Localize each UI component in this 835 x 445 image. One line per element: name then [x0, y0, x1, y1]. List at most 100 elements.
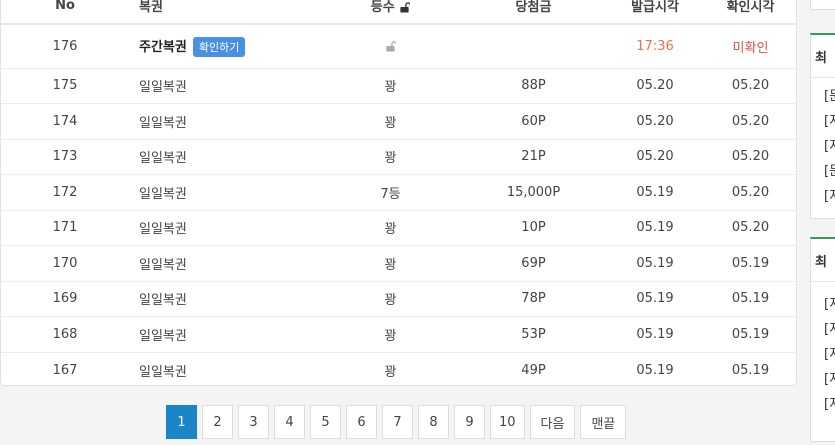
page-8-button[interactable]: 8 — [418, 405, 449, 439]
row-rank: 꽝 — [319, 280, 462, 317]
lottery-table: No 복권 등수 당첨금 발급시각 확인시각 176 주간복권 확인하기 17:… — [1, 0, 796, 388]
row-prize — [462, 24, 605, 68]
sidebar-link[interactable]: [지 — [811, 392, 835, 417]
row-prize: 15,000P — [462, 174, 605, 210]
header-name: 복권 — [129, 0, 319, 25]
sidebar-panel-b-title: 최 — [811, 239, 835, 282]
row-prize: 10P — [462, 209, 605, 246]
row-rank: 꽝 — [319, 316, 462, 352]
row-no: 174 — [1, 103, 129, 139]
sidebar-link[interactable]: [지 — [811, 342, 835, 367]
row-prize: 88P — [462, 67, 605, 104]
row-name: 일일복권 — [129, 280, 319, 317]
row-prize: 69P — [462, 245, 605, 281]
row-rank: 꽝 — [319, 103, 462, 139]
sidebar-link[interactable]: [문 — [811, 84, 835, 109]
row-checked: 05.19 — [705, 280, 796, 317]
next-page-button[interactable]: 다음 — [529, 405, 576, 439]
row-no: 167 — [1, 351, 129, 388]
sidebar-link[interactable]: [지 — [811, 317, 835, 342]
row-rank: 꽝 — [319, 351, 462, 388]
row-prize: 49P — [462, 351, 605, 388]
row-no: 170 — [1, 245, 129, 281]
page-5-button[interactable]: 5 — [310, 405, 341, 439]
row-issued: 05.19 — [605, 245, 705, 281]
row-name: 일일복권 — [129, 351, 319, 388]
row-name: 주간복권 확인하기 — [129, 24, 319, 68]
row-checked: 05.20 — [705, 138, 796, 175]
row-name: 일일복권 — [129, 245, 319, 281]
row-no: 169 — [1, 280, 129, 317]
row-name: 일일복권 — [129, 316, 319, 352]
row-issued: 05.19 — [605, 174, 705, 210]
page-1-button[interactable]: 1 — [166, 405, 197, 439]
header-prize: 당첨금 — [462, 0, 605, 25]
last-page-button[interactable]: 맨끝 — [580, 405, 627, 439]
table-row: 167 일일복권 꽝 49P 05.19 05.19 — [1, 351, 796, 388]
page-6-button[interactable]: 6 — [346, 405, 377, 439]
page-4-button[interactable]: 4 — [274, 405, 305, 439]
table-row: 174 일일복권 꽝 60P 05.20 05.20 — [1, 103, 796, 139]
row-prize: 60P — [462, 103, 605, 139]
row-checked: 05.20 — [705, 174, 796, 210]
row-prize: 21P — [462, 138, 605, 175]
sidebar-panel-top — [810, 0, 835, 10]
sidebar-panel-a-list: [문 [지 [지 [문 [지 — [811, 78, 835, 209]
check-now-button[interactable]: 확인하기 — [192, 37, 246, 57]
row-no: 176 — [52, 38, 78, 54]
sidebar-link[interactable]: [지 — [811, 367, 835, 392]
sidebar-panel-b-list: [지 [지 [지 [지 [지 — [811, 282, 835, 417]
row-checked: 05.19 — [705, 351, 796, 388]
row-checked: 05.20 — [705, 67, 796, 104]
row-issued: 05.19 — [605, 209, 705, 246]
row-rank: 꽝 — [319, 209, 462, 246]
row-issued: 05.19 — [605, 316, 705, 352]
row-rank: 7등 — [319, 174, 462, 210]
table-header-row: No 복권 등수 당첨금 발급시각 확인시각 — [1, 0, 796, 25]
row-name-label: 주간복권 — [139, 39, 187, 55]
page-10-button[interactable]: 10 — [490, 405, 525, 439]
sidebar-link[interactable]: [문 — [811, 159, 835, 184]
table-row: 173 일일복권 꽝 21P 05.20 05.20 — [1, 138, 796, 175]
table-row: 168 일일복권 꽝 53P 05.19 05.19 — [1, 316, 796, 352]
row-issued: 05.20 — [605, 138, 705, 175]
unlock-icon — [386, 41, 396, 52]
row-rank: 꽝 — [319, 245, 462, 281]
sidebar-panel-b: 최 [지 [지 [지 [지 [지 — [810, 237, 835, 442]
page-7-button[interactable]: 7 — [382, 405, 413, 439]
row-checked: 미확인 — [732, 40, 769, 56]
row-name: 일일복권 — [129, 103, 319, 139]
pagination: 1 2 3 4 5 6 7 8 9 10 다음 맨끝 — [166, 405, 627, 439]
page-9-button[interactable]: 9 — [454, 405, 485, 439]
table-row: 175 일일복권 꽝 88P 05.20 05.20 — [1, 67, 796, 104]
row-no: 173 — [1, 138, 129, 175]
table-row: 172 일일복권 7등 15,000P 05.19 05.20 — [1, 174, 796, 210]
row-no: 175 — [1, 67, 129, 104]
table-row: 170 일일복권 꽝 69P 05.19 05.19 — [1, 245, 796, 281]
page-2-button[interactable]: 2 — [202, 405, 233, 439]
row-issued: 05.20 — [605, 67, 705, 104]
sidebar-panel-a: 최 [문 [지 [지 [문 [지 — [810, 33, 835, 219]
row-rank — [319, 24, 462, 68]
row-name: 일일복권 — [129, 138, 319, 175]
header-no: No — [1, 0, 129, 25]
table-row: 169 일일복권 꽝 78P 05.19 05.19 — [1, 280, 796, 317]
sidebar-link[interactable]: [지 — [811, 134, 835, 159]
header-issued: 발급시각 — [605, 0, 705, 25]
table-row: 171 일일복권 꽝 10P 05.19 05.20 — [1, 209, 796, 246]
sidebar-link[interactable]: [지 — [811, 292, 835, 317]
row-rank: 꽝 — [319, 67, 462, 104]
header-checked: 확인시각 — [705, 0, 796, 25]
row-checked: 05.20 — [705, 209, 796, 246]
page-3-button[interactable]: 3 — [238, 405, 269, 439]
header-rank: 등수 — [319, 0, 462, 25]
sidebar-link[interactable]: [지 — [811, 184, 835, 209]
sidebar-link[interactable]: [지 — [811, 109, 835, 134]
row-name: 일일복권 — [129, 209, 319, 246]
header-rank-label: 등수 — [370, 0, 395, 15]
lock-icon — [400, 1, 411, 13]
row-checked: 05.19 — [705, 316, 796, 352]
row-issued: 05.19 — [605, 280, 705, 317]
sidebar-panel-a-title: 최 — [811, 35, 835, 78]
lottery-table-panel: No 복권 등수 당첨금 발급시각 확인시각 176 주간복권 확인하기 17:… — [0, 0, 797, 388]
